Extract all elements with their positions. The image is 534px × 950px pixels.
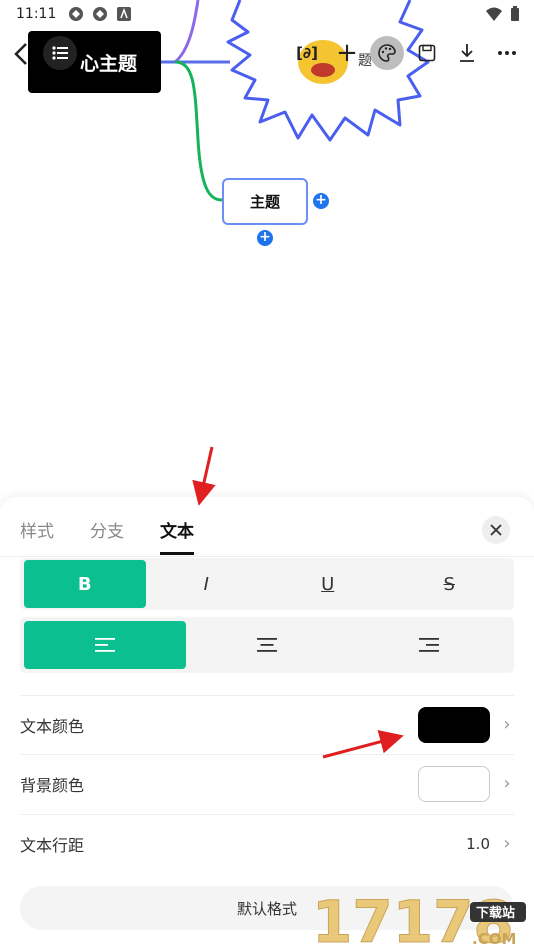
top-toolbar: [∂] +	[290, 36, 524, 70]
chevron-right-icon: ›	[503, 833, 511, 854]
italic-label: I	[203, 573, 209, 595]
background-color-label: 背景颜色	[20, 775, 85, 795]
tab-text[interactable]: 文本	[160, 517, 194, 555]
formula-button[interactable]: [∂]	[290, 36, 324, 70]
close-button[interactable]	[482, 516, 510, 544]
status-time: 11:11	[16, 6, 57, 22]
close-icon	[490, 524, 502, 536]
plus-icon: +	[336, 38, 358, 68]
text-color-row[interactable]: 文本颜色 ›	[20, 695, 514, 753]
back-button[interactable]	[10, 40, 34, 68]
more-button[interactable]	[490, 36, 524, 70]
font-style-segment: B I U S	[20, 558, 514, 610]
line-spacing-value-wrap: 1.0 ›	[466, 833, 514, 854]
align-center-button[interactable]	[186, 621, 348, 669]
add-child-button[interactable]: +	[257, 230, 273, 246]
line-spacing-label: 文本行距	[20, 835, 85, 855]
text-color-label: 文本颜色	[20, 716, 85, 736]
text-color-value: ›	[418, 706, 514, 743]
underline-button[interactable]: U	[267, 560, 389, 608]
align-right-button[interactable]	[348, 621, 510, 669]
formula-icon: [∂]	[296, 44, 318, 62]
status-bar: 11:11	[0, 0, 534, 28]
add-sibling-button[interactable]: +	[313, 193, 329, 209]
palette-button[interactable]	[370, 36, 404, 70]
strikethrough-button[interactable]: S	[389, 560, 511, 608]
palette-icon	[378, 44, 396, 62]
alignment-segment	[20, 617, 514, 673]
default-format-label: 默认格式	[236, 899, 297, 918]
background-color-swatch[interactable]	[418, 765, 490, 802]
align-left-icon	[95, 638, 115, 652]
wifi-icon	[486, 7, 502, 21]
watermark-badge: 下载站	[476, 905, 515, 921]
italic-button[interactable]: I	[146, 560, 268, 608]
sync-icon	[68, 6, 84, 22]
list-icon	[52, 46, 68, 60]
branch-line-green	[174, 60, 223, 202]
watermark-suffix: .COM	[472, 930, 516, 948]
tab-divider	[0, 556, 534, 557]
status-right-icons	[486, 6, 520, 22]
underline-label: U	[321, 573, 335, 595]
font-a-icon	[116, 6, 132, 22]
save-button[interactable]	[410, 36, 444, 70]
text-color-swatch[interactable]	[418, 706, 490, 743]
chevron-left-icon	[14, 43, 27, 65]
strikethrough-label: S	[443, 573, 455, 595]
download-icon	[460, 44, 474, 62]
outline-menu-button[interactable]	[43, 36, 77, 70]
mindmap-canvas[interactable]: 心主题 主题 + + 题	[0, 0, 534, 500]
align-center-icon	[257, 638, 277, 652]
background-color-value: ›	[418, 765, 514, 802]
topic-label: 主题	[249, 193, 280, 211]
site-watermark: 17178 .COM 下载站	[312, 888, 526, 950]
sync-icon-2	[92, 6, 108, 22]
line-spacing-row[interactable]: 文本行距 1.0 ›	[20, 814, 514, 872]
line-spacing-value: 1.0	[466, 834, 490, 853]
more-dots-icon	[498, 51, 516, 55]
download-button[interactable]	[450, 36, 484, 70]
save-icon	[418, 44, 436, 62]
align-left-button[interactable]	[24, 621, 186, 669]
bold-label: B	[77, 573, 92, 595]
sheet-tabs: 样式 分支 文本	[20, 517, 194, 555]
bold-button[interactable]: B	[24, 560, 146, 608]
topic-node[interactable]: 主题	[222, 178, 308, 225]
add-node-button[interactable]: +	[330, 36, 364, 70]
chevron-right-icon: ›	[503, 714, 511, 735]
tab-branch[interactable]: 分支	[90, 517, 124, 555]
tab-style[interactable]: 样式	[20, 517, 54, 555]
align-right-icon	[419, 638, 439, 652]
chevron-right-icon: ›	[503, 773, 511, 794]
battery-icon	[511, 6, 519, 21]
background-color-row[interactable]: 背景颜色 ›	[20, 754, 514, 812]
central-topic-label: 心主题	[79, 52, 137, 75]
